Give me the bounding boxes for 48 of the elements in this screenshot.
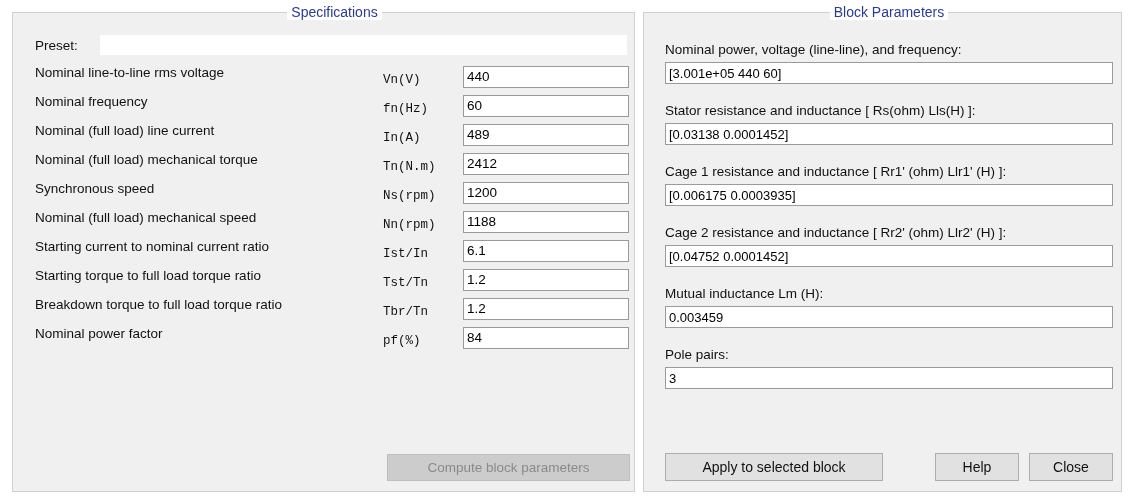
symbol-label: pf(%) — [383, 332, 422, 348]
parameter-label: Starting torque to full load torque ratio — [35, 267, 262, 283]
parameter-label: Nominal power factor — [35, 325, 164, 341]
symbol-label: fn(Hz) — [383, 100, 429, 116]
parameter-label: Cage 2 resistance and inductance [ Rr2' (ohm) Llr2' (H) ]: — [665, 225, 1008, 240]
value-field[interactable]: 84 — [463, 326, 629, 349]
value-field[interactable]: [0.006175 0.0003935] — [665, 184, 1113, 206]
value-field[interactable]: 2412 — [463, 152, 629, 175]
preset-label: Preset: — [35, 37, 79, 53]
apply-button[interactable]: Apply to selected block — [665, 453, 883, 481]
parameter-label: Stator resistance and inductance [ Rs(ohm) Lls(H) ]: — [665, 103, 977, 118]
symbol-label: Tst/Tn — [383, 274, 429, 290]
close-button[interactable]: Close — [1029, 453, 1113, 481]
parameter-label: Nominal line-to-line rms voltage — [35, 64, 226, 80]
value-field[interactable]: 0.003459 — [665, 306, 1113, 328]
symbol-label: Ns(rpm) — [383, 187, 437, 203]
value-field[interactable]: 489 — [463, 123, 629, 146]
parameter-label: Cage 1 resistance and inductance [ Rr1' (ohm) Llr1' (H) ]: — [665, 164, 1008, 179]
symbol-label: In(A) — [383, 129, 422, 145]
help-button[interactable]: Help — [935, 453, 1019, 481]
panel-title: Block Parameters — [829, 4, 949, 20]
panel-title: Specifications — [287, 4, 382, 20]
symbol-label: Nn(rpm) — [383, 216, 437, 232]
parameter-label: Starting current to nominal current ratio — [35, 238, 271, 254]
value-field[interactable]: [0.04752 0.0001452] — [665, 245, 1113, 267]
value-field[interactable]: 1188 — [463, 210, 629, 233]
parameter-label: Nominal (full load) mechanical speed — [35, 209, 258, 225]
value-field[interactable]: 1.2 — [463, 268, 629, 291]
value-field[interactable]: [0.03138 0.0001452] — [665, 123, 1113, 145]
value-field[interactable]: 60 — [463, 94, 629, 117]
parameter-label: Mutual inductance Lm (H): — [665, 286, 825, 301]
value-field[interactable]: 1200 — [463, 181, 629, 204]
parameter-label: Nominal power, voltage (line-line), and frequency: — [665, 42, 963, 57]
symbol-label: Tbr/Tn — [383, 303, 429, 319]
value-field[interactable]: 440 — [463, 65, 629, 88]
value-field[interactable]: [3.001e+05 440 60] — [665, 62, 1113, 84]
value-field[interactable]: 1.2 — [463, 297, 629, 320]
value-field[interactable]: 3 — [665, 367, 1113, 389]
symbol-label: Vn(V) — [383, 71, 422, 87]
parameter-label: Breakdown torque to full load torque ratio — [35, 296, 283, 312]
parameter-label: Nominal (full load) mechanical torque — [35, 151, 259, 167]
parameter-label: Pole pairs: — [665, 347, 730, 362]
parameter-label: Nominal frequency — [35, 93, 149, 109]
value-field[interactable]: 6.1 — [463, 239, 629, 262]
parameter-label: Synchronous speed — [35, 180, 156, 196]
parameter-label: Nominal (full load) line current — [35, 122, 216, 138]
symbol-label: Tn(N.m) — [383, 158, 437, 174]
symbol-label: Ist/In — [383, 245, 429, 261]
